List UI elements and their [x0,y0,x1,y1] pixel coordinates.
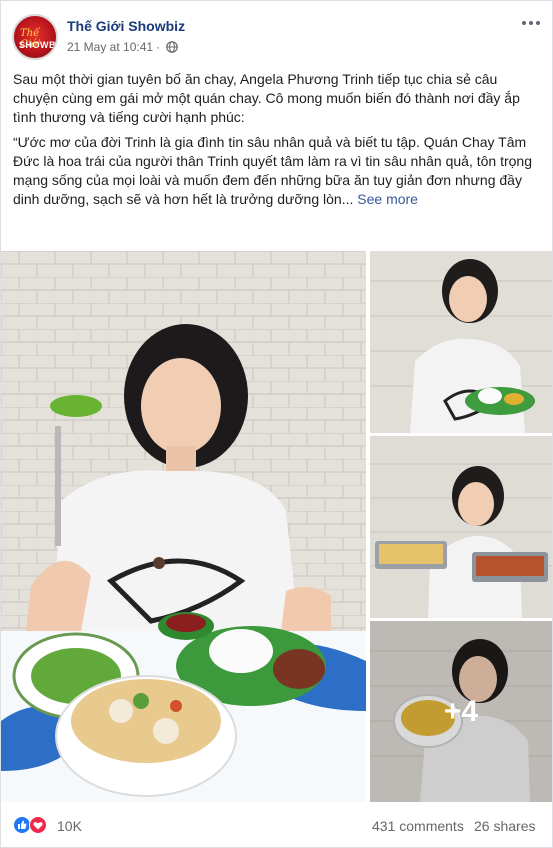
photo-main-image [1,251,366,802]
comments-count-link[interactable]: 431 comments [372,818,464,834]
post-body: Sau một thời gian tuyên bố ăn chay, Ange… [13,70,543,215]
post-header: Thế Giới SHOWBIZ Thế Giới Showbiz 21 May… [1,1,552,63]
post-paragraph-quote: “Ước mơ của đời Trinh là gia đình tin sâ… [13,133,543,209]
more-dot [536,21,540,25]
photo-thumbnail-image [370,436,552,618]
photo-main[interactable] [1,251,366,802]
more-options-button[interactable] [519,15,543,31]
photo-thumbnail[interactable] [370,436,552,618]
shares-count-link[interactable]: 26 shares [474,818,535,834]
meta-separator: · [156,40,161,54]
more-photos-overlay[interactable]: +4 [370,621,552,802]
more-dot [529,21,533,25]
post-paragraph: Sau một thời gian tuyên bố ăn chay, Ange… [13,71,520,125]
quote-text: “Ước mơ của đời Trinh là gia đình tin sâ… [13,134,532,207]
photo-thumbnail[interactable] [370,251,552,433]
photo-thumbnail-image [370,251,552,433]
globe-icon [166,41,178,53]
reaction-count[interactable]: 10K [57,818,82,834]
post-footer: 10K 431 comments 26 shares [1,805,552,847]
post-meta: 21 May at 10:41 · [67,40,178,54]
love-reaction-icon[interactable] [29,816,47,834]
thumbs-up-icon [18,820,27,829]
avatar-logo-subtext: SHOWBIZ [19,40,56,50]
photo-thumbnail-more[interactable]: +4 [370,621,552,802]
see-more-link[interactable]: See more [357,191,418,207]
post-timestamp[interactable]: 21 May at 10:41 [67,40,153,54]
heart-icon [33,822,43,830]
more-photos-count: +4 [443,694,479,728]
facebook-post-card: Thế Giới SHOWBIZ Thế Giới Showbiz 21 May… [0,0,553,848]
page-name-link[interactable]: Thế Giới Showbiz [67,18,185,34]
more-dot [522,21,526,25]
page-avatar[interactable]: Thế Giới SHOWBIZ [12,14,58,60]
